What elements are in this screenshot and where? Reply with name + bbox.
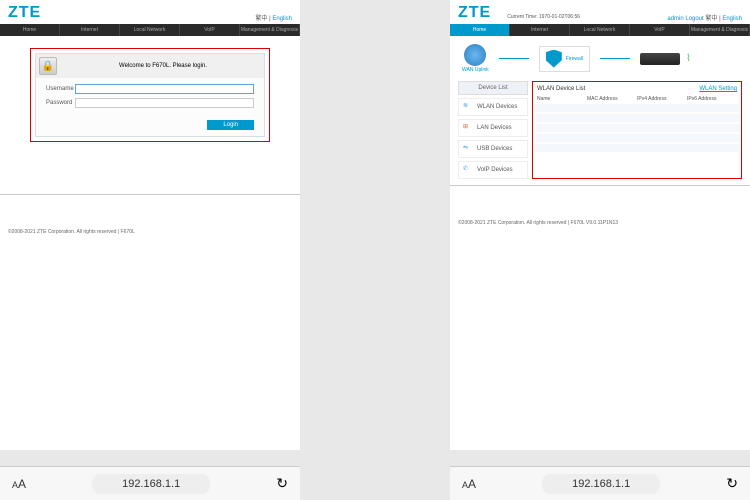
table-row	[535, 134, 739, 142]
nav-internet[interactable]: Internet	[60, 24, 120, 36]
device-sidebar: Device List ≋WLAN Devices ⊞LAN Devices ⇋…	[458, 81, 528, 179]
footer-copyright: ©2008-2021 ZTE Corporation. All rights r…	[450, 216, 750, 230]
firewall-label[interactable]: Firewall	[566, 56, 583, 62]
logout-link[interactable]: Logout	[685, 16, 703, 22]
reload-icon[interactable]: ↻	[726, 475, 738, 492]
sidebar-item-voip[interactable]: ✆VoIP Devices	[458, 161, 528, 179]
sidebar-item-lan[interactable]: ⊞LAN Devices	[458, 119, 528, 137]
password-input[interactable]	[75, 98, 254, 108]
login-box-highlight: 🔒 Welcome to F670L. Please login. Userna…	[30, 48, 270, 142]
nav-local[interactable]: Local Network	[120, 24, 180, 36]
password-label: Password	[46, 100, 75, 106]
shield-icon	[546, 50, 562, 68]
nav-mgmt[interactable]: Management & Diagnosis	[690, 24, 750, 36]
wlan-panel-highlight: WLAN Device List WLAN Setting Name MAC A…	[532, 81, 742, 179]
nav-mgmt[interactable]: Management & Diagnosis	[240, 24, 300, 36]
router-icon[interactable]	[640, 53, 680, 65]
wlan-setting-link[interactable]: WLAN Setting	[699, 86, 737, 92]
reload-icon[interactable]: ↻	[276, 475, 288, 492]
address-bar[interactable]: 192.168.1.1	[542, 474, 660, 494]
nav-home[interactable]: Home	[450, 24, 510, 36]
sidebar-header: Device List	[458, 81, 528, 95]
text-size-button[interactable]: AA	[462, 477, 476, 491]
nav-home[interactable]: Home	[0, 24, 60, 36]
wifi-icon: ⌇	[686, 53, 691, 64]
login-button[interactable]: Login	[207, 120, 254, 130]
table-row	[535, 104, 739, 112]
table-header: Name MAC Address IPv4 Address IPv6 Addre…	[535, 94, 739, 104]
nav-local[interactable]: Local Network	[570, 24, 630, 36]
brand-logo: ZTE	[458, 4, 491, 22]
nav-voip[interactable]: VoIP	[180, 24, 240, 36]
lang-link[interactable]: English	[722, 16, 742, 22]
sidebar-item-usb[interactable]: ⇋USB Devices	[458, 140, 528, 158]
top-nav: Home Internet Local Network VoIP Managem…	[450, 24, 750, 36]
username-input[interactable]	[75, 84, 254, 94]
address-bar[interactable]: 192.168.1.1	[92, 474, 210, 494]
table-row	[535, 114, 739, 122]
lang-switch[interactable]: 繁中 | English	[255, 13, 292, 22]
home-screenshot: ZTE Current Time: 1970-01-02T06:56 admin…	[450, 0, 750, 450]
top-nav: Home Internet Local Network VoIP Managem…	[0, 24, 300, 36]
nav-voip[interactable]: VoIP	[630, 24, 690, 36]
brand-logo: ZTE	[8, 4, 41, 22]
browser-toolbar: AA 192.168.1.1 ↻	[0, 466, 300, 500]
browser-toolbar: AA 192.168.1.1 ↻	[450, 466, 750, 500]
table-row	[535, 144, 739, 152]
username-label: Username	[46, 86, 75, 92]
login-title: Welcome to F670L. Please login.	[65, 63, 261, 69]
panel-title: WLAN Device List	[537, 86, 585, 92]
login-screenshot: ZTE 繁中 | English Home Internet Local Net…	[0, 0, 300, 450]
admin-link[interactable]: admin	[667, 16, 683, 22]
nav-internet[interactable]: Internet	[510, 24, 570, 36]
text-size-button[interactable]: AA	[12, 477, 26, 491]
wan-label[interactable]: WAN Uplink	[462, 67, 489, 73]
sidebar-item-wlan[interactable]: ≋WLAN Devices	[458, 98, 528, 116]
current-time: Current Time: 1970-01-02T06:56	[499, 12, 588, 22]
table-row	[535, 124, 739, 132]
network-topology: WAN Uplink Firewall ⌇	[450, 36, 750, 81]
globe-icon	[464, 44, 486, 66]
lock-icon: 🔒	[39, 57, 57, 75]
footer-copyright: ©2008-2021 ZTE Corporation. All rights r…	[0, 225, 300, 239]
